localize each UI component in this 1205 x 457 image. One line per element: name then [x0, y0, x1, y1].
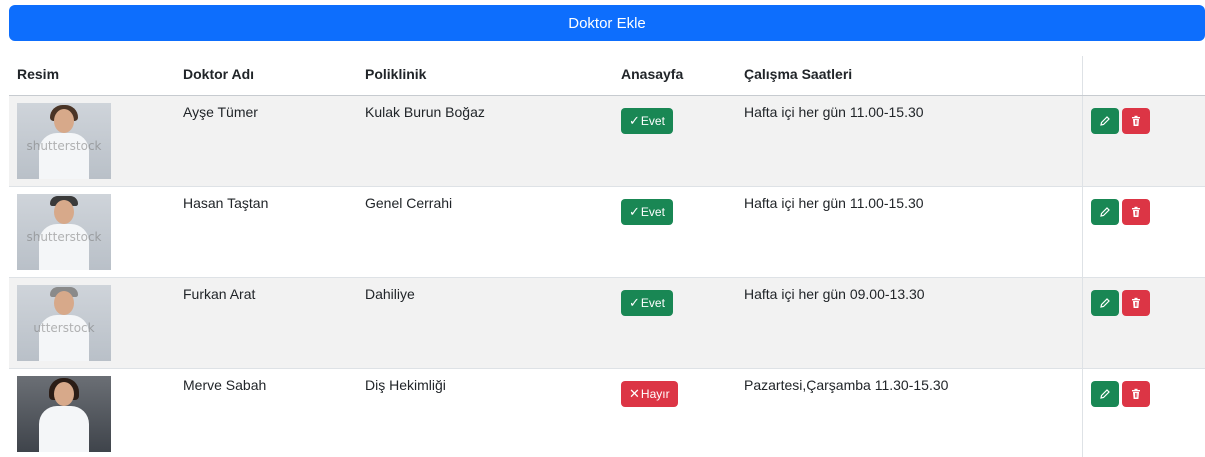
homepage-cell: ✓ Evet [613, 95, 736, 187]
homepage-label: Evet [640, 113, 665, 128]
x-icon: ✕ [629, 385, 640, 401]
header-clinic: Poliklinik [357, 56, 613, 96]
homepage-badge[interactable]: ✓ Evet [621, 198, 673, 225]
photo-cell: shutterstock [9, 186, 175, 278]
header-actions [1081, 56, 1205, 96]
trash-icon [1131, 388, 1140, 399]
homepage-label: Evet [640, 295, 665, 310]
check-icon: ✓ [629, 112, 640, 128]
edit-button[interactable] [1090, 107, 1119, 134]
photo-watermark: shutterstock [26, 229, 102, 244]
doctor-name: Ayşe Tümer [175, 95, 357, 187]
pencil-icon [1099, 115, 1110, 126]
header-doctor-name: Doktor Adı [175, 56, 357, 96]
header-homepage: Anasayfa [613, 56, 736, 96]
edit-button[interactable] [1090, 289, 1119, 316]
doctor-photo: shutterstock [17, 193, 111, 270]
pencil-icon [1099, 297, 1110, 308]
check-icon: ✓ [629, 294, 640, 310]
table-row: Merve Sabah Diş Hekimliği ✕ Hayır Pazarte… [9, 368, 1205, 457]
actions-cell [1081, 277, 1205, 369]
table-row: shutterstock Ayşe Tümer Kulak Burun Boğa… [9, 95, 1205, 187]
doctor-name: Furkan Arat [175, 277, 357, 369]
table-row: utterstock Furkan Arat Dahiliye ✓ Evet Ha… [9, 277, 1205, 369]
doctor-photo: utterstock [17, 284, 111, 361]
working-hours: Hafta içi her gün 09.00-13.30 [736, 277, 1082, 369]
photo-cell: shutterstock [9, 95, 175, 187]
trash-icon [1131, 206, 1140, 217]
header-working-hours: Çalışma Saatleri [736, 56, 1082, 96]
doctor-list-page: Doktor Ekle Resim Doktor Adı Poliklinik … [0, 0, 1205, 457]
pencil-icon [1099, 206, 1110, 217]
delete-button[interactable] [1121, 289, 1150, 316]
edit-button[interactable] [1090, 198, 1119, 225]
photo-watermark: shutterstock [26, 138, 102, 153]
photo-cell: utterstock [9, 277, 175, 369]
header-photo: Resim [9, 56, 175, 96]
homepage-label: Hayır [640, 386, 670, 401]
working-hours: Hafta içi her gün 11.00-15.30 [736, 186, 1082, 278]
homepage-cell: ✕ Hayır [613, 368, 736, 457]
delete-button[interactable] [1121, 380, 1150, 407]
doctor-name: Merve Sabah [175, 368, 357, 457]
check-icon: ✓ [629, 203, 640, 219]
doctor-name: Hasan Taştan [175, 186, 357, 278]
table-header-row: Resim Doktor Adı Poliklinik Anasayfa Çal… [9, 56, 1205, 96]
clinic-name: Kulak Burun Boğaz [357, 95, 613, 187]
add-doctor-button[interactable]: Doktor Ekle [9, 5, 1205, 41]
photo-cell [9, 368, 175, 457]
homepage-cell: ✓ Evet [613, 277, 736, 369]
table-row: shutterstock Hasan Taştan Genel Cerrahi … [9, 186, 1205, 278]
doctor-photo: shutterstock [17, 102, 111, 179]
homepage-badge[interactable]: ✓ Evet [621, 289, 673, 316]
trash-icon [1131, 115, 1140, 126]
homepage-label: Evet [640, 204, 665, 219]
clinic-name: Diş Hekimliği [357, 368, 613, 457]
doctor-photo [17, 375, 111, 452]
delete-button[interactable] [1121, 107, 1150, 134]
homepage-badge[interactable]: ✓ Evet [621, 107, 673, 134]
trash-icon [1131, 297, 1140, 308]
clinic-name: Dahiliye [357, 277, 613, 369]
homepage-badge[interactable]: ✕ Hayır [621, 380, 678, 407]
homepage-cell: ✓ Evet [613, 186, 736, 278]
edit-button[interactable] [1090, 380, 1119, 407]
working-hours: Hafta içi her gün 11.00-15.30 [736, 95, 1082, 187]
photo-watermark: utterstock [33, 320, 95, 335]
pencil-icon [1099, 388, 1110, 399]
doctor-table: Resim Doktor Adı Poliklinik Anasayfa Çal… [9, 56, 1205, 457]
actions-cell [1081, 95, 1205, 187]
actions-cell [1081, 368, 1205, 457]
actions-cell [1081, 186, 1205, 278]
delete-button[interactable] [1121, 198, 1150, 225]
clinic-name: Genel Cerrahi [357, 186, 613, 278]
working-hours: Pazartesi,Çarşamba 11.30-15.30 [736, 368, 1082, 457]
